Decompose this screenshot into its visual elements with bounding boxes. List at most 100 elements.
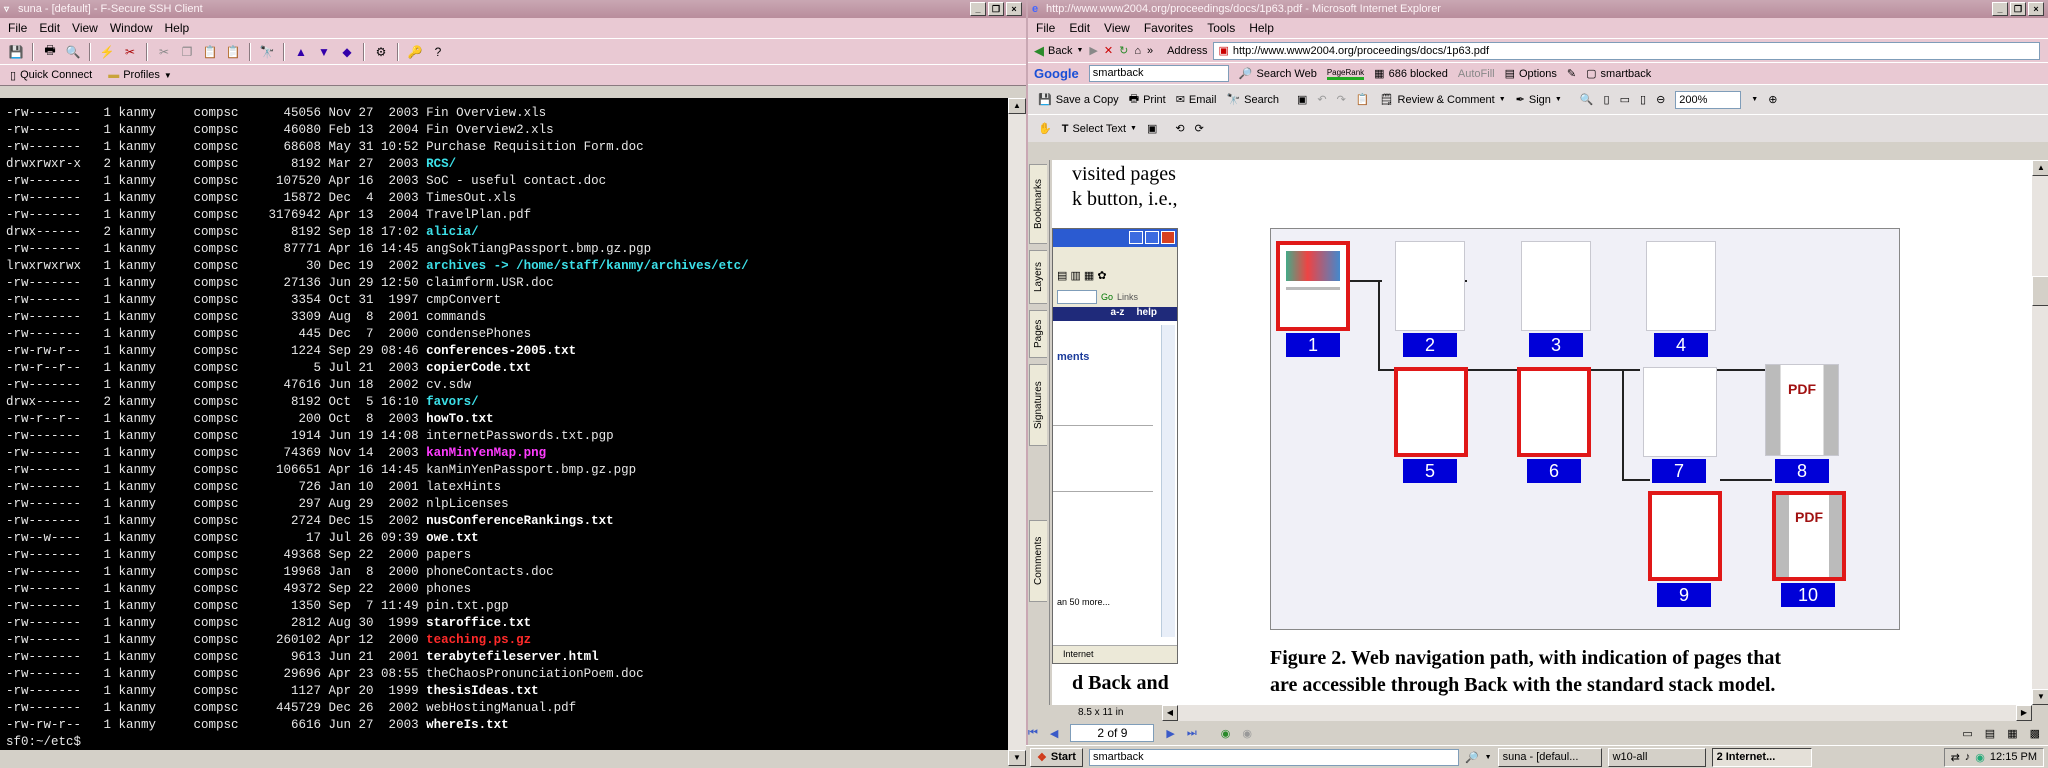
restore-button[interactable]: ❐	[2010, 2, 2026, 16]
options-button[interactable]: ▤ Options	[1505, 67, 1557, 81]
first-page-icon[interactable]: ⏮	[1028, 727, 1038, 740]
undo-icon[interactable]: ↶	[1317, 93, 1326, 106]
tab-bookmarks[interactable]: Bookmarks	[1029, 164, 1047, 244]
shell-prompt[interactable]: sf0:~/etc$	[6, 734, 1008, 750]
task-internet-explorer[interactable]: 2 Internet...	[1711, 747, 1812, 767]
rotate-icon[interactable]: ⟲	[1175, 122, 1184, 135]
more-icon[interactable]: »	[1147, 45, 1153, 57]
cut-icon[interactable]: ✂	[154, 42, 174, 62]
find-icon[interactable]: 🔭	[257, 42, 277, 62]
tab-signatures[interactable]: Signatures	[1029, 364, 1047, 446]
highlight-icon[interactable]: ✎	[1567, 67, 1576, 80]
search-term-button[interactable]: ▢ smartback	[1586, 67, 1651, 81]
settings-icon[interactable]: ⚙	[371, 42, 391, 62]
terminal-scrollbar[interactable]: ▲ ▼	[1008, 98, 1026, 768]
print-preview-icon[interactable]: 🔍	[63, 42, 83, 62]
ie-title-bar[interactable]: e http://www.www2004.org/proceedings/doc…	[1028, 0, 2048, 18]
zoom-plus-icon[interactable]: ⊕	[1768, 93, 1777, 106]
go-forward-icon[interactable]: ◉	[1242, 727, 1252, 740]
chevron-down-icon[interactable]: ▼	[1485, 754, 1492, 761]
menu-file[interactable]: File	[1036, 21, 1055, 35]
terminal-output[interactable]: -rw------- 1 kanmy compsc 45056 Nov 27 2…	[0, 98, 1008, 750]
ie-app-icon[interactable]: e	[1032, 3, 1046, 15]
pdf-horizontal-scrollbar[interactable]: 8.5 x 11 in ◀ ▶	[1052, 705, 2032, 721]
forward-icon[interactable]: ▶	[1089, 44, 1097, 57]
select-text-button[interactable]: T Select Text ▼	[1062, 123, 1137, 135]
back-button[interactable]: ◀ Back ▼	[1034, 43, 1083, 59]
chevron-down-icon[interactable]: ▼	[1751, 96, 1758, 103]
google-logo[interactable]: Google	[1034, 66, 1079, 81]
home-icon[interactable]: ⌂	[1134, 45, 1141, 57]
pagerank-indicator[interactable]: PageRank	[1326, 68, 1365, 80]
fit-width-icon[interactable]: ▯	[1640, 93, 1646, 106]
start-button[interactable]: ❖ Start	[1030, 747, 1083, 767]
refresh-icon[interactable]: ↻	[1119, 44, 1128, 57]
single-page-icon[interactable]: ▭	[1962, 727, 1972, 740]
menu-view[interactable]: View	[72, 21, 98, 35]
popup-blocker-button[interactable]: ▦ 686 blocked	[1374, 67, 1448, 81]
menu-help[interactable]: Help	[165, 21, 190, 35]
address-field[interactable]: ▣ http://www.www2004.org/proceedings/doc…	[1213, 41, 2040, 60]
taskbar-search-input[interactable]: smartback	[1088, 748, 1459, 766]
snapshot-icon[interactable]: ▣	[1147, 122, 1157, 135]
menu-file[interactable]: File	[8, 21, 27, 35]
task-w10-all[interactable]: w10-all	[1607, 747, 1706, 767]
task-ssh[interactable]: suna - [defaul...	[1497, 747, 1602, 767]
menu-window[interactable]: Window	[110, 21, 153, 35]
stop-icon[interactable]: ✕	[1104, 44, 1113, 57]
profiles-button[interactable]: ▬ Profiles ▼	[104, 68, 176, 82]
save-copy-button[interactable]: 💾 Save a Copy	[1038, 93, 1119, 107]
keys-icon[interactable]: 🔑	[405, 42, 425, 62]
facing-icon[interactable]: ▦	[2007, 727, 2017, 740]
restore-button[interactable]: ❐	[988, 2, 1004, 16]
next-page-icon[interactable]: ▶	[1166, 727, 1174, 740]
context-help-icon[interactable]: ?	[428, 42, 448, 62]
scroll-down-icon[interactable]: ▼	[1008, 750, 1026, 766]
transfer-up-icon[interactable]: ▲	[291, 42, 311, 62]
menu-tools[interactable]: Tools	[1207, 21, 1235, 35]
page-number-field[interactable]: 2 of 9	[1070, 724, 1155, 742]
rotate-cw-icon[interactable]: ⟳	[1195, 122, 1204, 135]
scroll-track[interactable]	[1008, 114, 1026, 750]
clipboard-icon[interactable]: 📋	[1356, 93, 1370, 106]
pdf-vertical-scrollbar[interactable]: ▲ ▼	[2032, 160, 2048, 705]
close-button[interactable]: ×	[1006, 2, 1022, 16]
copy-icon[interactable]: ❐	[177, 42, 197, 62]
scroll-thumb[interactable]	[2032, 276, 2048, 306]
ssh-app-icon[interactable]: ▿	[4, 4, 18, 15]
minimize-button[interactable]: _	[970, 2, 986, 16]
go-back-icon[interactable]: ◉	[1221, 727, 1231, 740]
last-page-icon[interactable]: ⏭	[1187, 727, 1197, 740]
menu-favorites[interactable]: Favorites	[1144, 21, 1193, 35]
print-button[interactable]: 🖶 Print	[1129, 90, 1166, 109]
volume-icon[interactable]: ♪	[1965, 751, 1971, 763]
scroll-up-icon[interactable]: ▲	[2032, 160, 2048, 176]
quick-connect-button[interactable]: ▯ Quick Connect	[6, 68, 96, 83]
disconnect-icon[interactable]: ✂	[120, 42, 140, 62]
tab-comments[interactable]: Comments	[1029, 520, 1047, 602]
search-web-button[interactable]: 🔎 Search Web	[1239, 67, 1317, 81]
scroll-right-icon[interactable]: ▶	[2016, 705, 2032, 721]
search-button[interactable]: 🔭 Search	[1226, 93, 1279, 107]
paste-icon[interactable]: 📋	[200, 42, 220, 62]
ssh-title-bar[interactable]: ▿ suna - [default] - F-Secure SSH Client…	[0, 0, 1026, 18]
connect-icon[interactable]: ⚡	[97, 42, 117, 62]
actual-size-icon[interactable]: ▯	[1604, 93, 1610, 106]
pdf-viewer[interactable]: visited pages k button, i.e., ▤ ▥ ▦ ✿ Go…	[1052, 160, 2034, 705]
tab-pages[interactable]: Pages	[1029, 310, 1047, 358]
email-button[interactable]: ✉ Email	[1176, 93, 1217, 107]
save-icon[interactable]: 💾	[6, 42, 26, 62]
zoom-out-icon[interactable]: ⊖	[1656, 93, 1665, 106]
zoom-field[interactable]: 200%	[1675, 90, 1742, 109]
shield-icon[interactable]: ◉	[1975, 751, 1985, 764]
print-icon[interactable]: 🖶	[40, 42, 60, 62]
autofill-button[interactable]: AutoFill	[1458, 68, 1495, 80]
scroll-left-icon[interactable]: ◀	[1162, 705, 1178, 721]
sign-button[interactable]: ✒ Sign ▼	[1516, 93, 1562, 107]
scroll-down-icon[interactable]: ▼	[2032, 689, 2048, 705]
close-button[interactable]: ×	[2028, 2, 2044, 16]
continuous-icon[interactable]: ▤	[1985, 727, 1995, 740]
menu-help[interactable]: Help	[1249, 21, 1274, 35]
continuous-facing-icon[interactable]: ▩	[2030, 727, 2040, 740]
minimize-button[interactable]: _	[1992, 2, 2008, 16]
